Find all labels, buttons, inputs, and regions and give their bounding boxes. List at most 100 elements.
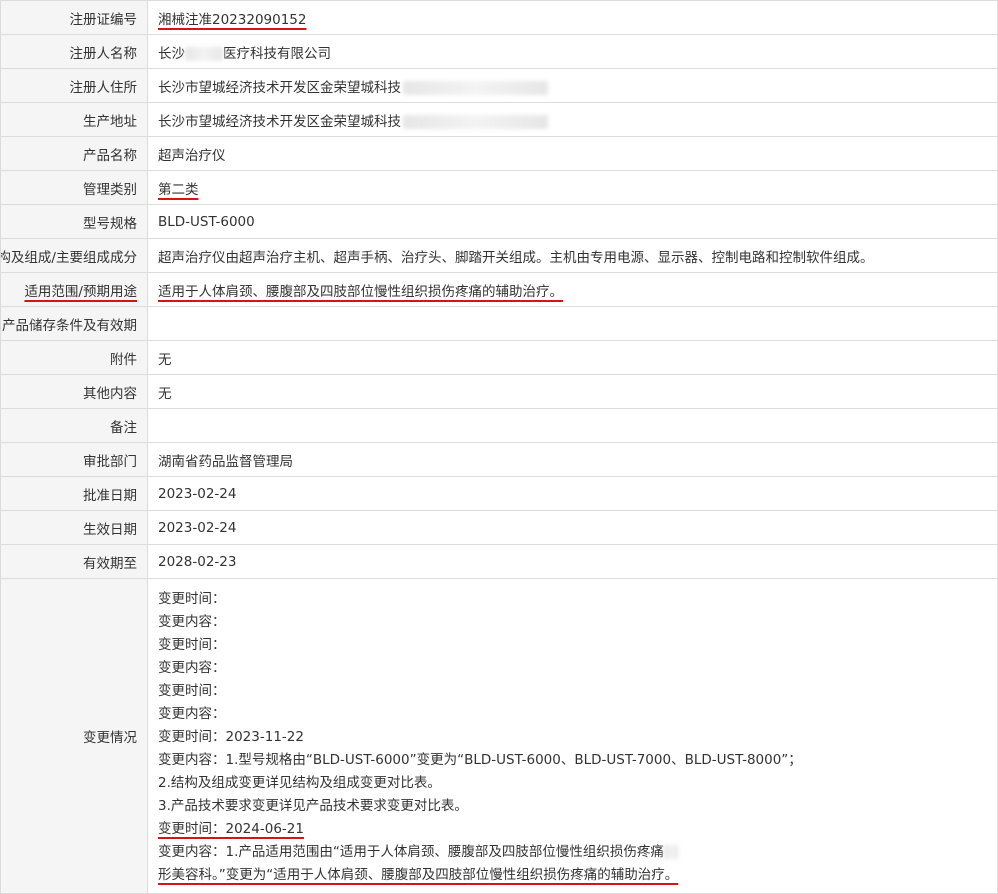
table-row: 注册证编号 湘械注准20232090152 (0, 0, 998, 35)
field-label-cell: 注册人名称 (0, 34, 148, 69)
change-line-text: 变更时间： (158, 591, 226, 607)
field-value-cell: 湖南省药品监督管理局 (147, 442, 998, 477)
table-row: 其他内容 无 (0, 374, 998, 409)
field-value: 长沙市望城经济技术开发区金荣望城科技 (158, 79, 401, 96)
change-line: 变更时间： (158, 680, 997, 703)
change-line-text: 形美容科。”变更为“适用于人体肩颈、腰腹部及四肢部位慢性组织损伤疼痛的辅助治疗。 (158, 867, 679, 883)
table-row: 管理类别 第二类 (0, 170, 998, 205)
change-line: 变更时间：2023-11-22 (158, 726, 997, 749)
field-label-cell: 产品储存条件及有效期 (0, 306, 148, 341)
change-line: 变更内容： (158, 703, 997, 726)
field-label: 产品名称 (83, 147, 137, 164)
field-label: 管理类别 (83, 181, 137, 198)
table-row: 适用范围/预期用途 适用于人体肩颈、腰腹部及四肢部位慢性组织损伤疼痛的辅助治疗。 (0, 272, 998, 307)
field-value: 长沙市望城经济技术开发区金荣望城科技 (158, 113, 401, 130)
table-row: 产品储存条件及有效期 (0, 306, 998, 341)
field-label-cell: 型号规格 (0, 204, 148, 239)
field-value: 无 (158, 385, 172, 402)
table-row: 备注 (0, 408, 998, 443)
change-line-text: 变更内容：1.型号规格由“BLD-UST-6000”变更为“BLD-UST-60… (158, 752, 802, 768)
table-row: 注册人住所 长沙市望城经济技术开发区金荣望城科技 (0, 68, 998, 103)
field-value: 湖南省药品监督管理局 (158, 453, 293, 470)
field-label: 批准日期 (83, 487, 137, 504)
field-label-cell: 产品名称 (0, 136, 148, 171)
field-label-cell: 其他内容 (0, 374, 148, 409)
field-label-cell: 适用范围/预期用途 (0, 272, 148, 307)
change-line-text: 变更内容： (158, 614, 226, 630)
field-value: 适用于人体肩颈、腰腹部及四肢部位慢性组织损伤疼痛的辅助治疗。 (158, 283, 563, 300)
field-value-cell: 湘械注准20232090152 (147, 0, 998, 35)
field-label: 型号规格 (83, 215, 137, 232)
change-line-text: 3.产品技术要求变更详见产品技术要求变更对比表。 (158, 798, 468, 814)
registration-table: 注册证编号 湘械注准20232090152 注册人名称 长沙 医疗科技有限公司注册人住所… (0, 0, 998, 894)
change-line: 变更内容： (158, 657, 997, 680)
field-label: 有效期至 (83, 555, 137, 572)
change-line: 变更时间： (158, 588, 997, 611)
field-value-cell (147, 306, 998, 341)
redacted-text (185, 46, 223, 61)
table-row: 生效日期 2023-02-24 (0, 510, 998, 545)
field-value: 第二类 (158, 181, 199, 198)
change-line: 2.结构及组成变更详见结构及组成变更对比表。 (158, 772, 997, 795)
field-label-cell: 结构及组成/主要组成成分 (0, 238, 148, 273)
field-value: 2028-02-23 (158, 553, 237, 570)
change-history-content: 变更时间： 变更内容： 变更时间： 变更内容： 变更时间： 变更内容： 变更时间：2023-… (147, 578, 998, 894)
change-line-text: 变更内容：1.产品适用范围由“适用于人体肩颈、腰腹部及四肢部位慢性组织损伤疼痛 (158, 844, 664, 860)
field-label-cell: 附件 (0, 340, 148, 375)
change-line: 变更时间：2024-06-21 (158, 818, 997, 841)
change-line: 变更时间： (158, 634, 997, 657)
field-value-cell: BLD-UST-6000 (147, 204, 998, 239)
redacted-text (663, 845, 678, 859)
field-value-cell: 2028-02-23 (147, 544, 998, 579)
field-label: 备注 (110, 419, 137, 436)
field-value-prefix: 长沙 (158, 45, 185, 62)
field-label-cell: 审批部门 (0, 442, 148, 477)
change-line-text: 变更内容： (158, 706, 226, 722)
field-value-cell: 无 (147, 374, 998, 409)
redacted-text (403, 114, 548, 129)
field-value-cell: 适用于人体肩颈、腰腹部及四肢部位慢性组织损伤疼痛的辅助治疗。 (147, 272, 998, 307)
field-value-cell: 2023-02-24 (147, 510, 998, 545)
change-line-text: 变更时间： (158, 683, 226, 699)
field-label-cell: 生产地址 (0, 102, 148, 137)
field-value-suffix: 医疗科技有限公司 (223, 45, 331, 62)
field-value-cell: 超声治疗仪由超声治疗主机、超声手柄、治疗头、脚踏开关组成。主机由专用电源、显示器… (147, 238, 998, 273)
field-value-cell: 长沙市望城经济技术开发区金荣望城科技 (147, 68, 998, 103)
field-label: 注册人住所 (69, 79, 138, 96)
table-row: 产品名称 超声治疗仪 (0, 136, 998, 171)
change-line-text: 变更时间：2023-11-22 (158, 729, 304, 745)
field-label: 生产地址 (83, 113, 137, 130)
table-row: 审批部门 湖南省药品监督管理局 (0, 442, 998, 477)
change-line-text: 变更时间：2024-06-21 (158, 821, 304, 837)
field-label: 审批部门 (83, 453, 137, 470)
field-value-cell: 超声治疗仪 (147, 136, 998, 171)
field-label-cell: 注册人住所 (0, 68, 148, 103)
change-line: 变更内容：1.产品适用范围由“适用于人体肩颈、腰腹部及四肢部位慢性组织损伤疼痛 (158, 841, 997, 864)
table-row: 生产地址 长沙市望城经济技术开发区金荣望城科技 (0, 102, 998, 137)
table-row: 型号规格 BLD-UST-6000 (0, 204, 998, 239)
change-line-text: 变更时间： (158, 637, 226, 653)
table-row: 批准日期 2023-02-24 (0, 476, 998, 511)
change-line-text: 变更内容： (158, 660, 226, 676)
field-value-cell (147, 408, 998, 443)
field-value: BLD-UST-6000 (158, 213, 255, 230)
field-label: 附件 (110, 351, 137, 368)
change-line: 形美容科。”变更为“适用于人体肩颈、腰腹部及四肢部位慢性组织损伤疼痛的辅助治疗。 (158, 864, 997, 887)
field-label: 注册证编号 (69, 11, 138, 28)
table-row: 注册人名称 长沙 医疗科技有限公司 (0, 34, 998, 69)
field-label: 适用范围/预期用途 (24, 283, 137, 300)
field-label-cell: 有效期至 (0, 544, 148, 579)
change-line: 3.产品技术要求变更详见产品技术要求变更对比表。 (158, 795, 997, 818)
field-label: 其他内容 (83, 385, 137, 402)
change-line: 变更内容：1.型号规格由“BLD-UST-6000”变更为“BLD-UST-60… (158, 749, 997, 772)
change-history-label: 变更情况 (83, 730, 137, 746)
field-value: 超声治疗仪 (158, 147, 226, 164)
table-body: 注册证编号 湘械注准20232090152 注册人名称 长沙 医疗科技有限公司注册人住所… (0, 0, 998, 894)
field-label-cell: 批准日期 (0, 476, 148, 511)
field-value-cell: 长沙 医疗科技有限公司 (147, 34, 998, 69)
field-label: 注册人名称 (69, 45, 138, 62)
field-label-cell: 注册证编号 (0, 0, 148, 35)
field-value: 湘械注准20232090152 (158, 11, 307, 28)
field-value-cell: 第二类 (147, 170, 998, 205)
redacted-text (403, 80, 548, 95)
